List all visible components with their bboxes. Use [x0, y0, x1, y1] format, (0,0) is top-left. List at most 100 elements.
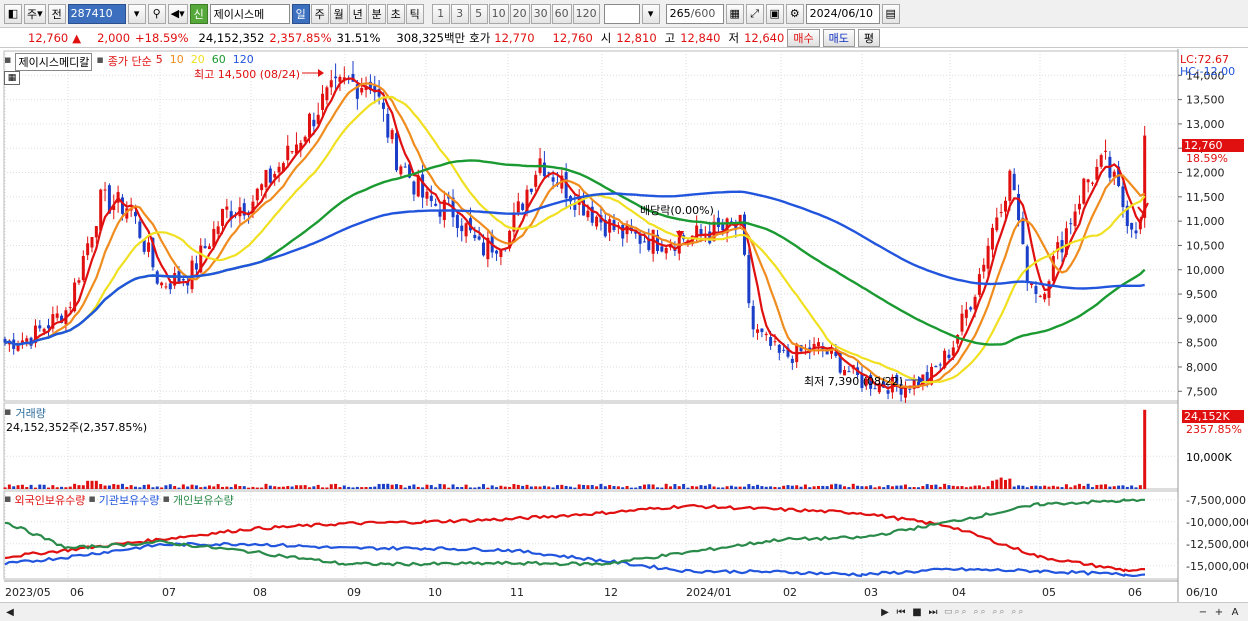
- tab-5[interactable]: 초: [386, 3, 405, 24]
- volume-bar: [869, 485, 873, 489]
- plus-icon[interactable]: +: [1212, 605, 1226, 619]
- volume-bar: [442, 484, 446, 489]
- volume-bar: [68, 486, 72, 489]
- stock-code-input[interactable]: 287410: [67, 3, 126, 24]
- candle-body: [55, 313, 59, 318]
- tab-4[interactable]: 분: [367, 3, 386, 24]
- foreign-holding-title[interactable]: 외국인보유수량: [14, 492, 85, 508]
- price-tick-label: 9,000: [1186, 312, 1218, 325]
- candle-body: [586, 210, 590, 218]
- tab-2[interactable]: 월: [329, 3, 348, 24]
- interval-5[interactable]: 5: [469, 3, 488, 24]
- individual-holding-title[interactable]: 개인보유수량: [173, 492, 234, 508]
- volume-bar: [468, 487, 472, 489]
- candle-body: [1134, 230, 1138, 234]
- tab-0[interactable]: 일: [291, 3, 310, 24]
- buy-button[interactable]: 매수: [787, 28, 820, 47]
- calendar-icon[interactable]: ▤: [881, 3, 900, 24]
- interval-3[interactable]: 3: [450, 3, 469, 24]
- volume-bar: [921, 486, 925, 489]
- volume-bar: [499, 485, 503, 489]
- volume-bar: [342, 485, 346, 489]
- volume-bar: [181, 484, 185, 489]
- candle-body: [1004, 200, 1007, 212]
- stop-icon[interactable]: ■: [910, 605, 924, 619]
- scroll-right-icon[interactable]: ▶: [878, 605, 892, 619]
- interval-10[interactable]: 10: [488, 3, 509, 24]
- candle-body: [168, 283, 172, 290]
- tab-1[interactable]: 주: [310, 3, 329, 24]
- chart-area[interactable]: 14,00013,50013,00012,50012,00011,50011,0…: [0, 49, 1248, 602]
- interval-60[interactable]: 60: [551, 3, 572, 24]
- volume-bar: [803, 484, 807, 489]
- tab-3[interactable]: 년: [348, 3, 367, 24]
- new-badge[interactable]: 신: [189, 3, 208, 24]
- volume-bar: [995, 479, 999, 489]
- ma-period-5[interactable]: 5: [156, 53, 163, 71]
- stock-name-field[interactable]: 제이시스메: [209, 3, 290, 24]
- volume-bar: [542, 485, 546, 489]
- volume-bar: [838, 484, 842, 489]
- ma-label[interactable]: 종가 단순: [108, 53, 152, 71]
- period-dropdown[interactable]: 주 ▾: [24, 3, 46, 24]
- table-icon[interactable]: ▦: [4, 71, 20, 85]
- candle-body: [982, 264, 986, 272]
- volume-bar: [225, 486, 229, 489]
- tab-6[interactable]: 틱: [405, 3, 424, 24]
- volume-bar: [364, 486, 368, 489]
- scroll-left-icon[interactable]: ◀: [3, 605, 17, 619]
- volume-bar: [608, 484, 612, 489]
- interval-30[interactable]: 30: [530, 3, 551, 24]
- volume-last-pct: 2357.85%: [1186, 423, 1242, 436]
- text-tool-icon[interactable]: A: [1228, 605, 1242, 619]
- chart-type-icon[interactable]: ◧: [4, 3, 22, 24]
- code-dropdown-button[interactable]: ▾: [127, 3, 146, 24]
- candle-body: [995, 217, 999, 231]
- stock-name-label[interactable]: 제이시스메디칼: [15, 53, 93, 71]
- price-tick-label: 8,000: [1186, 361, 1218, 374]
- dividend-annotation: 배당락(0.00%): [640, 204, 714, 217]
- speaker-icon[interactable]: ◀▾: [167, 3, 188, 24]
- interval-dropdown-button[interactable]: ▾: [641, 3, 660, 24]
- date-field[interactable]: 2024/06/10: [805, 3, 880, 24]
- interval-20[interactable]: 20: [509, 3, 530, 24]
- sell-button[interactable]: 매도: [822, 28, 855, 47]
- interval-input[interactable]: [603, 3, 640, 24]
- interval-1[interactable]: 1: [431, 3, 450, 24]
- forward-icon[interactable]: ⏭: [926, 605, 940, 619]
- candle-body: [286, 145, 290, 161]
- draw-icon[interactable]: ⤢: [745, 3, 764, 24]
- candle-body: [1091, 182, 1094, 184]
- minus-icon[interactable]: −: [1196, 605, 1210, 619]
- ma-period-10[interactable]: 10: [170, 53, 184, 71]
- zoom-tools[interactable]: ▭⌕⌕ ⌕⌕ ⌕⌕ ⌕⌕: [944, 605, 1124, 619]
- prev-button[interactable]: 전: [47, 3, 66, 24]
- count-current: 265: [669, 7, 691, 20]
- save-icon[interactable]: ▣: [765, 3, 784, 24]
- volume-bar: [264, 483, 268, 489]
- chart-scrollbar[interactable]: ◀ ▶ ⏮ ■ ⏭ ▭⌕⌕ ⌕⌕ ⌕⌕ ⌕⌕ − + A: [0, 602, 1248, 621]
- x-axis-label: 09: [347, 586, 361, 599]
- bid-label: 호가: [469, 30, 491, 45]
- eval-button[interactable]: 평: [857, 28, 880, 47]
- volume-bar: [821, 485, 825, 489]
- institution-holding-title[interactable]: 기관보유수량: [99, 492, 160, 508]
- rewind-icon[interactable]: ⏮: [894, 605, 908, 619]
- gear-icon[interactable]: ⚙: [785, 3, 804, 24]
- chart-canvas[interactable]: 14,00013,50013,00012,50012,00011,50011,0…: [0, 49, 1248, 602]
- candle-body: [621, 224, 625, 239]
- candle-body: [516, 201, 520, 213]
- volume-bar: [973, 485, 977, 489]
- volume-bar: [616, 486, 620, 489]
- search-icon[interactable]: ⚲: [147, 3, 166, 24]
- x-axis-label: 10: [428, 586, 442, 599]
- price-tick-label: 9,500: [1186, 288, 1218, 301]
- interval-120[interactable]: 120: [572, 3, 600, 24]
- volume-bar: [103, 485, 107, 489]
- volume-bar: [677, 486, 681, 489]
- candle-body: [334, 76, 338, 79]
- volume-bar: [1099, 484, 1103, 489]
- count-field[interactable]: 265/600: [665, 3, 724, 24]
- stock-code-value: 287410: [70, 7, 113, 20]
- grid-icon[interactable]: ▦: [725, 3, 744, 24]
